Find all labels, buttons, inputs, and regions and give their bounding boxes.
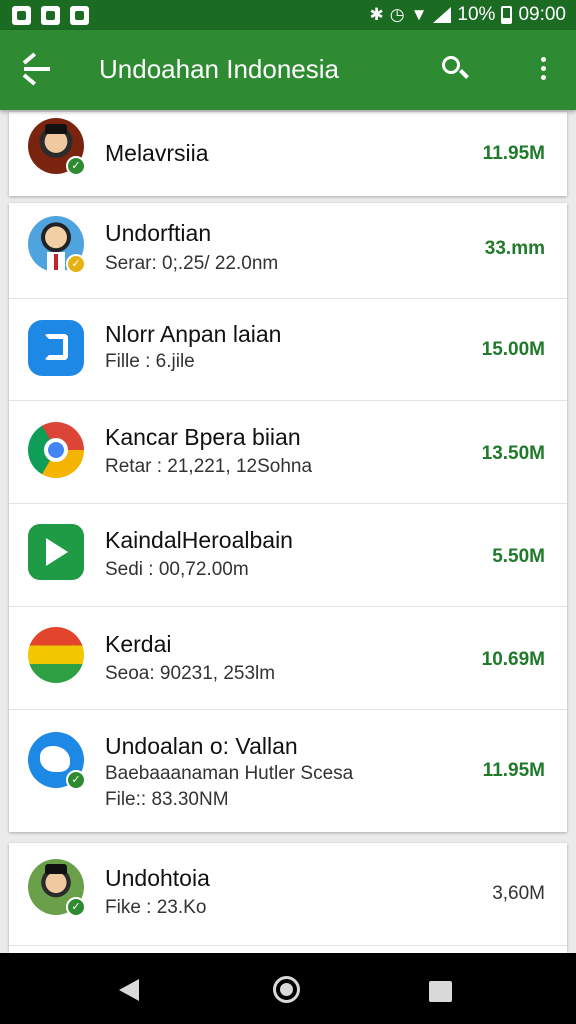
app-detail: Fille : 6.jile [105,351,195,372]
app-detail: Serar: 0;.25/ 22.0nm [105,253,279,274]
battery-level: 10% [457,4,496,25]
app-name: KaindalHeroalbain [105,527,293,553]
verified-badge-icon: ✓ [66,897,86,917]
app-detail: Baebaaanaman Hutler Scesa [105,763,354,784]
app-detail-secondary: File:: 83.30NM [105,789,229,810]
striped-flag-icon [28,627,84,683]
list-item[interactable]: Nlorr Anpan laian Fille : 6.jile 15.00M [9,299,567,401]
blue-map-icon: ✓ [28,732,86,790]
bluetooth-icon: ✱ [369,5,384,24]
status-bar: ✱ ◷ ▼ 10% 09:00 [0,0,576,30]
top-app-card: ✓ Melavrsiia 11.95M [9,112,567,196]
list-item[interactable]: ✓ Undoalan o: Vallan Baebaaanaman Hutler… [9,710,567,832]
navigation-bar [0,953,576,1024]
status-badge-icon: ✓ [66,254,86,274]
app-name: Undoalan o: Vallan [105,733,298,759]
app-name: Nlorr Anpan laian [105,321,282,347]
app-detail: Seoa: 90231, 253lm [105,663,276,684]
app-size: 10.69M [481,649,545,670]
list-item[interactable]: Kerdai Seoa: 90231, 253lm 10.69M [9,607,567,710]
bottom-app-card: ✓ Undohtoia Fike : 23.Ko 3,60M [9,843,567,953]
alarm-icon: ◷ [389,5,405,24]
message-notification-icon [41,5,60,25]
wifi-icon: ▼ [410,5,428,24]
signal-icon [433,7,452,23]
nav-back-icon[interactable] [119,979,139,1001]
app-name: Kerdai [105,631,172,657]
app-detail: Fike : 23.Ko [105,897,207,918]
app-detail: Sedi : 00,72.00m [105,559,249,580]
verified-badge-icon: ✓ [66,156,86,176]
app-size: 3,60M [492,883,545,904]
app-list-card: ✓ Undorftian Serar: 0;.25/ 22.0nm 33.mm … [9,203,567,832]
search-icon[interactable] [440,54,470,84]
verified-badge-icon: ✓ [66,770,86,790]
clock: 09:00 [518,4,566,25]
gallery-notification-icon [12,5,31,25]
avatar-man-suit-icon: ✓ [28,216,86,274]
app-detail: Retar : 21,221, 12Sohna [105,456,313,477]
app-size: 15.00M [481,339,545,360]
store-notification-icon [70,5,89,25]
nav-recents-icon[interactable] [429,981,452,1002]
list-item[interactable]: KaindalHeroalbain Sedi : 00,72.00m 5.50M [9,504,567,607]
battery-icon [501,6,513,24]
list-item[interactable]: ✓ Undorftian Serar: 0;.25/ 22.0nm 33.mm [9,203,567,299]
app-size: 33.mm [484,238,545,259]
avatar-man-hat-icon: ✓ [28,859,86,917]
nav-home-icon[interactable] [273,976,300,1003]
list-item[interactable]: ✓ Melavrsiia 11.95M [9,112,567,196]
app-size: 11.95M [482,760,545,781]
app-name: Undorftian [105,220,212,246]
app-name: Undohtoia [105,865,210,891]
app-size: 5.50M [492,546,545,567]
blue-chat-icon [28,320,84,376]
arrow-back-icon[interactable] [22,52,50,86]
app-name: Melavrsiia [105,140,209,166]
chrome-icon [28,422,84,478]
avatar-man-hat-icon: ✓ [28,118,86,176]
list-item[interactable]: ✓ Undohtoia Fike : 23.Ko 3,60M [9,843,567,946]
green-share-icon [28,524,84,580]
app-bar: Undoahan Indonesia [0,30,576,110]
list-item[interactable]: Kancar Bpera biian Retar : 21,221, 12Soh… [9,401,567,504]
page-title: Undoahan Indonesia [99,54,339,84]
overflow-menu-icon[interactable] [537,57,549,83]
app-size: 13.50M [481,443,545,464]
app-size: 11.95M [482,143,545,164]
app-name: Kancar Bpera biian [105,424,301,450]
